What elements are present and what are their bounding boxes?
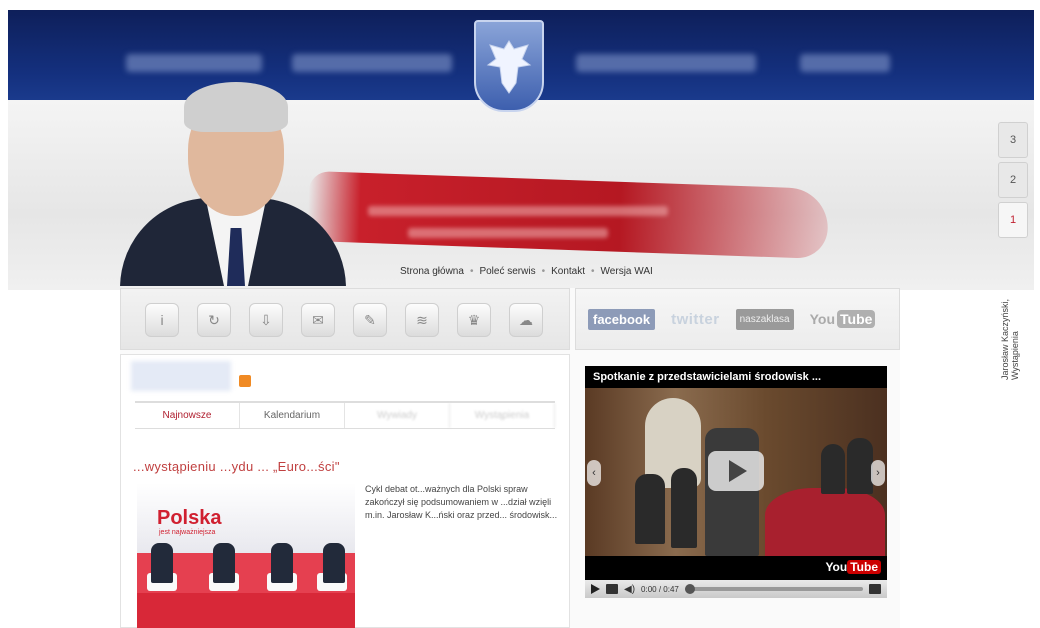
tab-interviews[interactable]: Wywiady [345, 403, 450, 428]
news-tabs: Najnowsze Kalendarium Wywiady Wystąpieni… [135, 401, 555, 429]
twitter-link[interactable]: twitter [671, 311, 720, 328]
stop-icon[interactable] [606, 584, 618, 594]
side-tab-3[interactable]: 3 [998, 122, 1028, 158]
thumbnail-banner-subtitle: jest najważniejsza [159, 529, 216, 536]
video-time: 0:00 / 0:47 [641, 584, 679, 594]
thumbnail-person [213, 543, 235, 583]
menu-recommend-link[interactable]: Poleć serwis [479, 266, 535, 277]
nav-item-1[interactable] [126, 54, 262, 72]
menu-home-link[interactable]: Strona główna [400, 266, 464, 277]
refresh-icon[interactable]: ↻ [197, 303, 231, 337]
tab-speeches[interactable]: Wystąpienia [450, 403, 555, 428]
tab-calendar[interactable]: Kalendarium [240, 403, 345, 428]
flag-caption-line-1 [368, 206, 668, 216]
tab-newest[interactable]: Najnowsze [135, 403, 240, 428]
next-arrow-icon[interactable]: › [871, 460, 885, 486]
fullscreen-icon[interactable] [869, 584, 881, 594]
thumbnail-stage [137, 593, 355, 628]
play-icon[interactable] [591, 584, 600, 594]
youtube-logo[interactable]: You Tube [825, 560, 881, 574]
nav-item-4[interactable] [800, 54, 890, 72]
eagle-emblem-icon[interactable] [474, 20, 544, 112]
icon-toolbar: i ↻ ⇩ ✉ ✎ ≋ ♛ ☁ [120, 288, 570, 350]
thumbnail-person [151, 543, 173, 583]
video-person [847, 438, 873, 494]
youtube-logo-you: You [825, 560, 848, 574]
news-thumbnail[interactable]: Polska jest najważniejsza [137, 483, 355, 628]
video-progress-bar[interactable] [684, 584, 863, 594]
side-tabs: 3 2 1 [998, 122, 1034, 242]
cloud-icon[interactable]: ☁ [509, 303, 543, 337]
facebook-link[interactable]: facebook [588, 308, 656, 330]
video-person [821, 444, 845, 494]
page: 3 2 1 Jarosław Kaczyński, Wystąpienia St… [0, 0, 1040, 628]
video-speaker [705, 428, 759, 556]
car-icon[interactable]: ≋ [405, 303, 439, 337]
video-person [635, 474, 665, 544]
side-label: Jarosław Kaczyński, Wystąpienia [1000, 298, 1020, 380]
youtube-you: You [809, 311, 836, 327]
volume-icon[interactable]: ◀) [624, 584, 635, 595]
portrait-photo [120, 78, 346, 286]
news-excerpt: Cykl debat ot...ważnych dla Polski spraw… [365, 484, 558, 520]
video-frame[interactable]: ‹ › [585, 388, 887, 556]
nasza-klasa-link[interactable]: naszaklasa [735, 308, 794, 330]
play-button[interactable] [708, 451, 764, 491]
thumbnail-person [323, 543, 345, 583]
youtube-tube: Tube [837, 310, 876, 328]
news-panel: Najnowsze Kalendarium Wywiady Wystąpieni… [120, 354, 570, 628]
flag-caption-line-2 [408, 228, 608, 238]
menu-separator: • [591, 266, 595, 277]
side-tab-2[interactable]: 2 [998, 162, 1028, 198]
nav-item-2[interactable] [292, 54, 452, 72]
thumbnail-banner-title: Polska [157, 507, 222, 529]
main-content: i ↻ ⇩ ✉ ✎ ≋ ♛ ☁ facebook twitter naszakl… [120, 288, 900, 628]
chat-icon[interactable]: ✎ [353, 303, 387, 337]
video-controls: ◀) 0:00 / 0:47 [585, 580, 887, 598]
side-tab-1[interactable]: 1 [998, 202, 1028, 238]
video-table [765, 488, 885, 556]
progress-knob[interactable] [684, 584, 695, 594]
menu-contact-link[interactable]: Kontakt [551, 266, 585, 277]
menu-separator: • [469, 266, 474, 277]
eagle-icon[interactable]: ♛ [457, 303, 491, 337]
video-player[interactable]: Spotkanie z przedstawicielami środowisk … [585, 366, 887, 598]
eagle-icon [486, 40, 532, 94]
info-icon[interactable]: i [145, 303, 179, 337]
portrait-hair [184, 82, 288, 132]
mail-icon[interactable]: ✉ [301, 303, 335, 337]
video-title[interactable]: Spotkanie z przedstawicielami środowisk … [593, 371, 821, 383]
news-header-blurred [131, 361, 231, 391]
youtube-link[interactable]: You Tube [809, 310, 876, 328]
youtube-logo-tube: Tube [847, 560, 881, 574]
thumbnail-person [271, 543, 293, 583]
top-menu: Strona główna • Poleć serwis • Kontakt •… [400, 266, 653, 277]
nav-item-3[interactable] [576, 54, 756, 72]
social-links-bar: facebook twitter naszaklasa You Tube [575, 288, 900, 350]
news-headline[interactable]: ...wystąpieniu ...ydu ... „Euro...ści" [133, 459, 340, 474]
menu-separator: • [541, 266, 546, 277]
menu-wai-link[interactable]: Wersja WAI [601, 266, 653, 277]
previous-arrow-icon[interactable]: ‹ [587, 460, 601, 486]
rss-icon[interactable] [239, 375, 251, 387]
download-icon[interactable]: ⇩ [249, 303, 283, 337]
video-person [671, 468, 697, 548]
